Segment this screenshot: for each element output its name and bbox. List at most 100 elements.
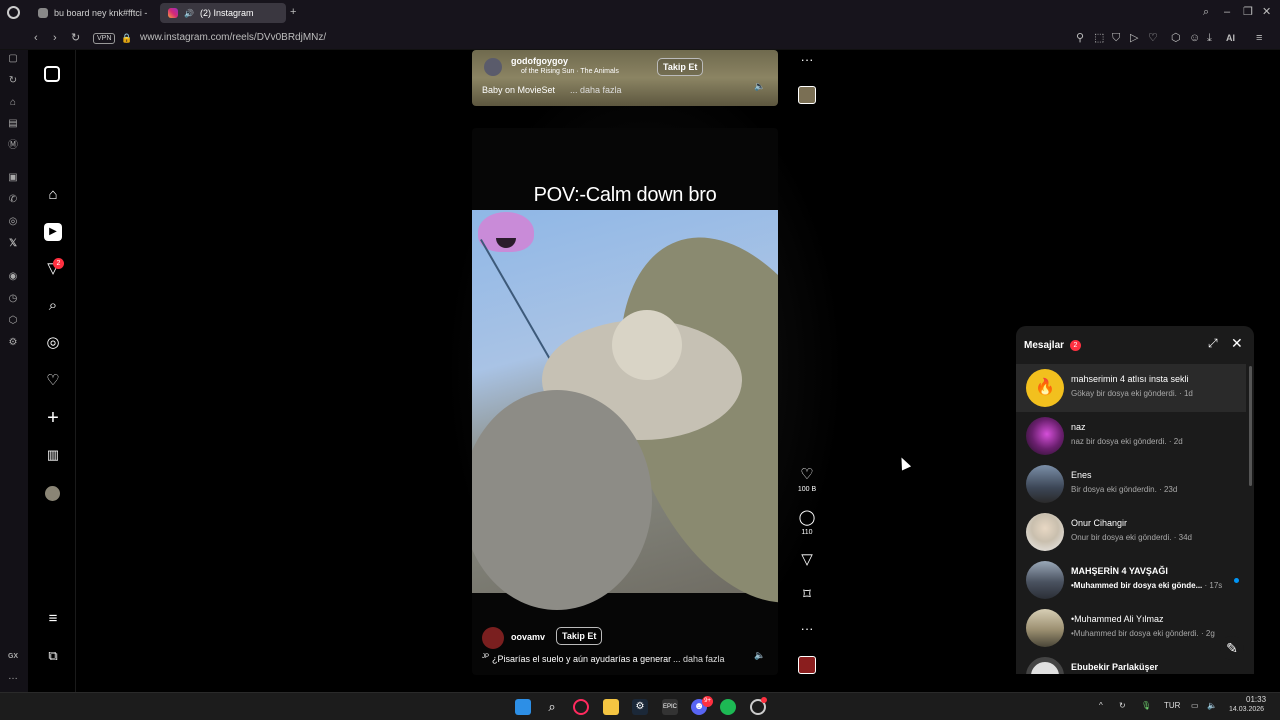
- shield-icon[interactable]: ⛉: [1112, 32, 1120, 44]
- mute-icon[interactable]: 🔈: [754, 650, 765, 661]
- reel-avatar[interactable]: [482, 627, 504, 649]
- reel-current[interactable]: POV:-Calm down bro oovamv Takip Et JP ¿P…: [472, 128, 778, 675]
- twitch-icon[interactable]: ▣: [6, 171, 20, 185]
- ai-button[interactable]: AI: [1226, 32, 1235, 44]
- settings-icon[interactable]: ⚙: [6, 336, 20, 350]
- reel-avatar[interactable]: [484, 58, 502, 76]
- conversation-item[interactable]: Onur Cihangir Onur bir dosya eki gönderd…: [1016, 508, 1246, 556]
- search-icon[interactable]: ⌕: [44, 297, 62, 315]
- search-icon[interactable]: ⌕: [544, 699, 560, 715]
- conversation-item[interactable]: naz naz bir dosya eki gönderdi. · 2d: [1016, 412, 1246, 460]
- more-icon[interactable]: …: [6, 670, 20, 684]
- like-button[interactable]: ♡ 100 B: [797, 466, 817, 493]
- m-icon[interactable]: Ⓜ: [6, 139, 20, 153]
- microphone-icon[interactable]: 🎙: [1141, 701, 1151, 710]
- history-icon[interactable]: ◷: [6, 292, 20, 306]
- heart-icon[interactable]: ♡: [1148, 32, 1158, 44]
- profile-avatar[interactable]: [45, 486, 60, 501]
- news-icon[interactable]: ▤: [6, 117, 20, 131]
- tab-board[interactable]: bu board ney knk#fftci - S: [30, 3, 150, 23]
- more-link[interactable]: ... daha fazla: [673, 654, 725, 664]
- more-link[interactable]: ... daha fazla: [570, 85, 622, 95]
- whatsapp-icon[interactable]: ✆: [6, 193, 20, 207]
- close-icon[interactable]: ✕: [1262, 6, 1271, 18]
- close-icon[interactable]: ✕: [1231, 335, 1243, 352]
- vpn-badge[interactable]: VPN: [93, 33, 116, 44]
- maximize-icon[interactable]: ❐: [1243, 6, 1253, 18]
- display-icon[interactable]: ▭: [1191, 701, 1199, 710]
- comment-button[interactable]: ◯ 110: [797, 509, 817, 536]
- minimize-icon[interactable]: –: [1224, 6, 1230, 18]
- audio-thumbnail[interactable]: [798, 656, 816, 674]
- mute-icon[interactable]: 🔈: [754, 81, 765, 92]
- spotify-icon[interactable]: [720, 699, 736, 715]
- download-icon[interactable]: ⤓: [1207, 32, 1212, 44]
- reel-previous[interactable]: godofgoygoy of the Rising Sun · The Anim…: [472, 50, 778, 106]
- follow-button[interactable]: Takip Et: [556, 627, 603, 645]
- audio-thumbnail[interactable]: [798, 86, 816, 104]
- more-options-icon[interactable]: ···: [797, 621, 817, 636]
- tray-chevron-icon[interactable]: ^: [1099, 701, 1103, 710]
- menu-icon[interactable]: ≡: [1256, 32, 1262, 44]
- back-icon[interactable]: ‹: [34, 32, 38, 44]
- home-icon[interactable]: ▢: [6, 52, 20, 66]
- x-icon[interactable]: 𝕏: [6, 237, 20, 251]
- new-message-icon[interactable]: ✎: [1220, 636, 1244, 660]
- snapshot-icon[interactable]: ⬚: [1094, 32, 1104, 44]
- reel-audio[interactable]: of the Rising Sun · The Animals: [521, 68, 619, 75]
- opera-logo-icon[interactable]: [7, 6, 20, 19]
- also-from-meta-icon[interactable]: ⧉: [44, 647, 62, 665]
- gaming-icon[interactable]: ⌂: [6, 96, 20, 110]
- pin-icon[interactable]: ⚲: [1076, 32, 1084, 44]
- conversation-name: Enes: [1071, 470, 1092, 480]
- share-button[interactable]: ▽: [797, 551, 817, 569]
- video-frame[interactable]: [472, 203, 778, 637]
- speaker-icon[interactable]: 🔊: [184, 9, 194, 18]
- play-icon[interactable]: ▷: [1130, 32, 1138, 44]
- save-button[interactable]: ⌑: [797, 586, 817, 604]
- extensions-icon[interactable]: ⬡: [6, 314, 20, 328]
- sync-icon[interactable]: ↻: [1119, 701, 1126, 710]
- account-icon[interactable]: ☺: [1189, 32, 1200, 44]
- opera-gx-icon[interactable]: [573, 699, 589, 715]
- steam-icon[interactable]: ⚙: [632, 699, 648, 715]
- epic-games-icon[interactable]: EPIC: [662, 699, 678, 715]
- more-options-icon[interactable]: ···: [797, 52, 817, 67]
- reel-username[interactable]: oovamv: [511, 632, 545, 642]
- conversation-item[interactable]: •Muhammed Ali Yılmaz •Muhammed bir dosya…: [1016, 604, 1246, 652]
- conversation-item[interactable]: Ebubekir Parlaküşer: [1016, 652, 1246, 674]
- home-icon[interactable]: ⌂: [44, 186, 62, 204]
- search-icon[interactable]: ⌕: [1203, 6, 1209, 18]
- windows-start-icon[interactable]: [515, 699, 531, 715]
- conversation-item[interactable]: 🔥 mahserimin 4 atlısı insta sekli Gökay …: [1016, 364, 1246, 412]
- explore-icon[interactable]: ◎: [44, 334, 62, 352]
- player-icon[interactable]: ◉: [6, 270, 20, 284]
- new-tab-button[interactable]: +: [290, 6, 296, 18]
- url-field[interactable]: www.instagram.com/reels/DVv0BRdjMNz/: [140, 32, 326, 43]
- clock-time[interactable]: 01:33: [1246, 695, 1266, 704]
- reel-username[interactable]: godofgoygoy: [511, 56, 568, 66]
- conversation-item[interactable]: MAHŞERİN 4 YAVŞAĞI •Muhammed bir dosya e…: [1016, 556, 1246, 604]
- volume-icon[interactable]: 🔈: [1207, 701, 1217, 710]
- dashboard-icon[interactable]: ▥: [44, 446, 62, 464]
- forward-icon[interactable]: ›: [53, 32, 57, 44]
- language-indicator[interactable]: TUR: [1164, 701, 1180, 710]
- file-explorer-icon[interactable]: [603, 699, 619, 715]
- tab-instagram[interactable]: 🔊 (2) Instagram: [160, 3, 286, 23]
- conversation-name: mahserimin 4 atlısı insta sekli: [1071, 374, 1189, 384]
- extensions-icon[interactable]: ⬡: [1171, 32, 1181, 44]
- instagram-logo-icon[interactable]: [44, 66, 60, 82]
- expand-icon[interactable]: ⤢: [1208, 336, 1218, 351]
- reels-icon[interactable]: ▶: [44, 223, 62, 241]
- menu-icon[interactable]: ≡: [44, 610, 62, 628]
- refresh-icon[interactable]: ↻: [6, 74, 20, 88]
- clock-date[interactable]: 14.03.2026: [1229, 706, 1264, 713]
- animal-back: [472, 390, 652, 610]
- create-icon[interactable]: +: [44, 408, 62, 428]
- notifications-icon[interactable]: ♡: [44, 372, 62, 390]
- scrollbar[interactable]: [1249, 366, 1252, 486]
- reload-icon[interactable]: ↻: [71, 32, 80, 44]
- follow-button[interactable]: Takip Et: [657, 58, 704, 76]
- conversation-item[interactable]: Enes Bir dosya eki gönderdin. · 23d: [1016, 460, 1246, 508]
- instagram-icon[interactable]: ◎: [6, 215, 20, 229]
